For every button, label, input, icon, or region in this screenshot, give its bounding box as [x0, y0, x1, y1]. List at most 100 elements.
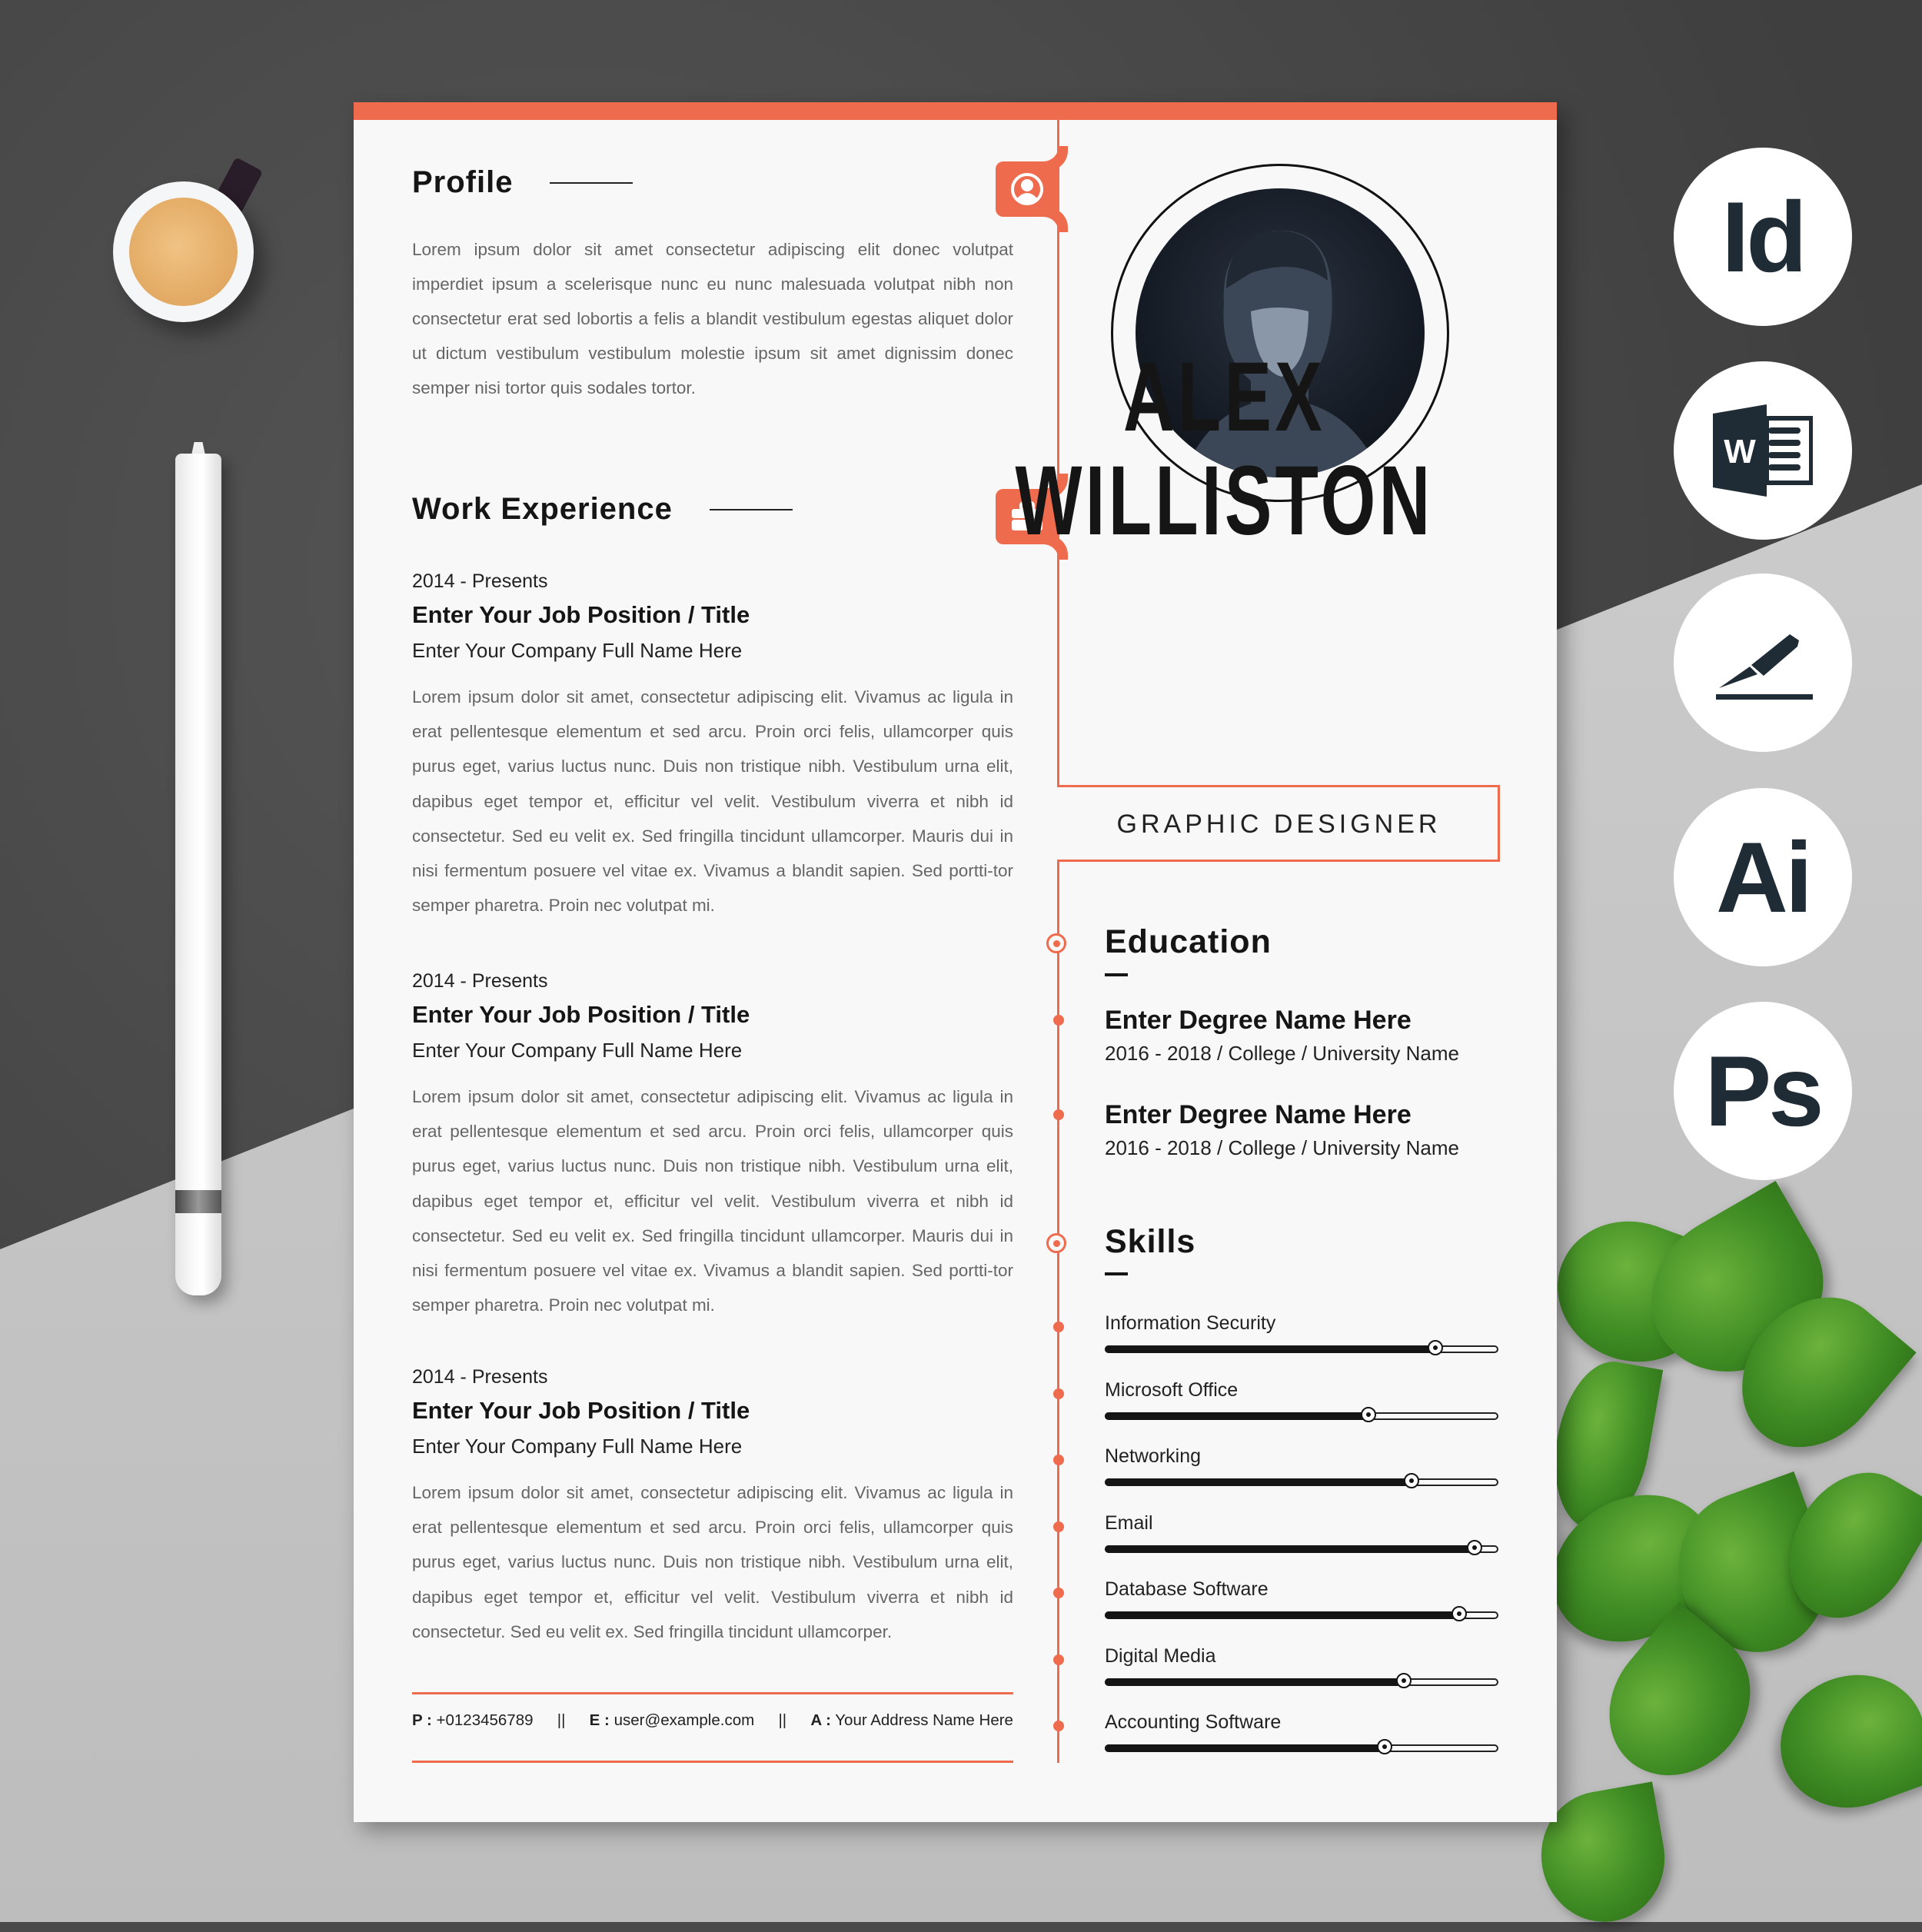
heading-rule [1105, 973, 1128, 976]
education-heading: Education [1105, 923, 1272, 960]
job-title-badge: GRAPHIC DESIGNER [1116, 809, 1442, 839]
skill-label: Networking [1105, 1445, 1202, 1467]
timeline-dot [1053, 1654, 1064, 1665]
skill-label: Database Software [1105, 1578, 1269, 1600]
heading-rule [1105, 1272, 1128, 1275]
email-label: E : [589, 1711, 610, 1729]
degree-info: 2016 - 2018 / College / University Name [1105, 1042, 1460, 1065]
degree-name: Enter Degree Name Here [1105, 1006, 1412, 1035]
timeline-dot [1053, 1109, 1064, 1120]
skill-level-knob [1428, 1340, 1444, 1355]
skill-level-bar [1105, 1606, 1498, 1621]
skill-label: Microsoft Office [1105, 1378, 1239, 1401]
skill-level-knob [1376, 1739, 1392, 1754]
job-title: Enter Your Job Position / Title [412, 1001, 750, 1028]
job-date: 2014 - Presents [412, 970, 548, 992]
job-entry: 2014 - Presents Enter Your Job Position … [412, 1362, 1013, 1649]
profile-tab [996, 161, 1059, 217]
contact-email: E : user@example.com [590, 1711, 755, 1730]
education-item: Enter Degree Name Here 2016 - 2018 / Col… [1105, 1097, 1459, 1163]
skill-level-bar [1105, 1672, 1498, 1688]
timeline-dot [1053, 1015, 1064, 1026]
job-entry: 2014 - Presents Enter Your Job Position … [412, 966, 1013, 1322]
separator: || [778, 1711, 787, 1729]
skill-level-fill [1105, 1412, 1369, 1420]
contact-divider-top [412, 1692, 1013, 1694]
job-description: Lorem ipsum dolor sit amet, consectetur … [412, 687, 1013, 916]
education-marker [1046, 933, 1066, 953]
skill-level-fill [1105, 1478, 1412, 1486]
leaf [1761, 1654, 1922, 1828]
job-date: 2014 - Presents [412, 1366, 548, 1388]
indesign-icon: Id [1674, 148, 1852, 326]
word-icon: W [1674, 361, 1852, 540]
photoshop-icon: Ps [1674, 1002, 1852, 1180]
last-name: WILLISTON [1015, 446, 1434, 556]
degree-info: 2016 - 2018 / College / University Name [1105, 1136, 1460, 1159]
skill-level-fill [1105, 1345, 1436, 1353]
timeline-dot [1053, 1721, 1064, 1731]
skill-label: Digital Media [1105, 1644, 1216, 1667]
illustrator-icon: Ai [1674, 788, 1852, 966]
skill-label: Accounting Software [1105, 1711, 1282, 1733]
skill-level-bar [1105, 1739, 1498, 1754]
header-accent-bar [354, 102, 1557, 120]
timeline-dot [1053, 1455, 1064, 1465]
phone-label: P : [412, 1711, 432, 1729]
address-label: A : [810, 1711, 831, 1729]
skill-level-bar [1105, 1539, 1498, 1555]
stylus-pencil [175, 454, 221, 1295]
resume-page: Profile Lorem ipsum dolor sit amet conse… [354, 102, 1557, 1822]
skills-marker [1046, 1233, 1066, 1253]
timeline-dot [1053, 1388, 1064, 1399]
coffee-cup [113, 181, 254, 322]
job-date: 2014 - Presents [412, 570, 548, 592]
svg-text:W: W [1724, 433, 1756, 471]
skill-label: Information Security [1105, 1312, 1276, 1334]
job-entry: 2014 - Presents Enter Your Job Position … [412, 566, 1013, 923]
email-value: user@example.com [614, 1711, 755, 1729]
contact-phone: P : +0123456789 [412, 1711, 534, 1730]
pencil-band [175, 1190, 221, 1213]
coffee [129, 198, 238, 306]
skill-level-fill [1105, 1678, 1405, 1686]
skill-level-bar [1105, 1473, 1498, 1488]
skill-level-bar [1105, 1340, 1498, 1355]
job-title: Enter Your Job Position / Title [412, 1397, 750, 1424]
timeline-dot [1053, 1521, 1064, 1532]
phone-value: +0123456789 [436, 1711, 534, 1729]
indesign-label: Id [1721, 181, 1807, 293]
job-company: Enter Your Company Full Name Here [412, 639, 743, 662]
job-description: Lorem ipsum dolor sit amet, consectetur … [412, 1483, 1013, 1641]
contact-address: A : Your Address Name Here [810, 1711, 1013, 1730]
word-glyph: W [1713, 404, 1813, 497]
job-description: Lorem ipsum dolor sit amet, consectetur … [412, 1087, 1013, 1315]
address-value: Your Address Name Here [835, 1711, 1013, 1729]
plant-decoration [1525, 1180, 1922, 1932]
pen-glyph [1716, 634, 1813, 700]
pen-tool-icon [1674, 574, 1852, 752]
photoshop-label: Ps [1704, 1035, 1824, 1147]
experience-heading-text: Work Experience [412, 492, 673, 526]
skill-level-bar [1105, 1406, 1498, 1422]
illustrator-label: Ai [1716, 821, 1813, 933]
timeline-dot [1053, 1322, 1064, 1332]
contact-info: P : +0123456789 || E : user@example.com … [412, 1711, 1013, 1730]
skill-level-knob [1404, 1473, 1420, 1488]
heading-rule [709, 508, 793, 510]
contact-divider-bottom [412, 1761, 1013, 1763]
separator: || [557, 1711, 566, 1729]
profile-heading: Profile [412, 165, 633, 200]
skill-level-fill [1105, 1744, 1385, 1752]
skill-label: Email [1105, 1511, 1153, 1534]
job-company: Enter Your Company Full Name Here [412, 1435, 743, 1458]
experience-heading: Work Experience [412, 492, 793, 527]
skill-level-knob [1396, 1672, 1412, 1688]
skills-heading: Skills [1105, 1223, 1196, 1260]
skill-level-fill [1105, 1545, 1475, 1553]
timeline-line-bottom [1057, 860, 1059, 1763]
timeline-dot [1053, 1588, 1064, 1598]
skill-level-knob [1451, 1606, 1467, 1621]
skill-level-knob [1467, 1539, 1483, 1555]
heading-rule [550, 181, 633, 184]
